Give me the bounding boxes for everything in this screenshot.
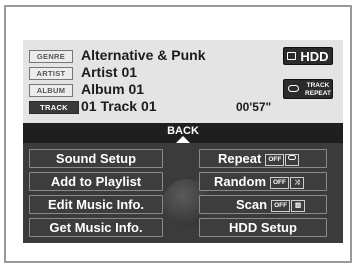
repeat-off-badge: OFF — [265, 154, 285, 166]
back-button[interactable]: BACK — [23, 123, 343, 143]
track-tag: TRACK — [29, 101, 79, 114]
get-music-info-label: Get Music Info. — [49, 220, 143, 235]
get-music-info-button[interactable]: Get Music Info. — [29, 218, 163, 237]
scan-off-badge: OFF — [271, 200, 291, 212]
edit-music-info-button[interactable]: Edit Music Info. — [29, 195, 163, 214]
add-to-playlist-label: Add to Playlist — [50, 174, 142, 189]
track-repeat-line2: REPEAT — [305, 89, 331, 97]
track-info-panel: GENRE Alternative & Punk ARTIST Artist 0… — [23, 40, 343, 123]
random-button[interactable]: Random OFF ⤨ — [199, 172, 327, 191]
repeat-label: Repeat — [218, 151, 262, 166]
repeat-button[interactable]: Repeat OFF — [199, 149, 327, 168]
random-label: Random — [214, 174, 266, 189]
track-repeat-label: TRACK REPEAT — [303, 82, 333, 97]
artist-tag: ARTIST — [29, 67, 73, 80]
scan-mode-icon: ▥ — [291, 200, 306, 212]
audio-screen: GENRE Alternative & Punk ARTIST Artist 0… — [23, 40, 343, 243]
edit-music-info-label: Edit Music Info. — [47, 197, 145, 212]
hdd-source-button[interactable]: HDD — [283, 47, 333, 65]
repeat-mode-icon — [285, 154, 300, 166]
hdd-setup-button[interactable]: HDD Setup — [199, 218, 327, 237]
audio-menu: Sound Setup Add to Playlist Edit Music I… — [23, 143, 343, 243]
artist-value: Artist 01 — [81, 64, 138, 80]
manual-figure-frame: GENRE Alternative & Punk ARTIST Artist 0… — [4, 5, 352, 263]
track-repeat-button[interactable]: TRACK REPEAT — [283, 79, 333, 99]
add-to-playlist-button[interactable]: Add to Playlist — [29, 172, 163, 191]
up-arrow-icon — [176, 136, 190, 143]
track-repeat-line1: TRACK — [306, 82, 330, 89]
sound-setup-button[interactable]: Sound Setup — [29, 149, 163, 168]
random-off-badge: OFF — [270, 177, 289, 189]
album-value: Album 01 — [81, 81, 145, 97]
album-tag: ALBUM — [29, 84, 73, 97]
shuffle-icon: ⤨ — [290, 177, 304, 189]
scan-label: Scan — [236, 197, 268, 212]
genre-tag: GENRE — [29, 50, 73, 63]
track-value: 01 Track 01 — [81, 98, 157, 114]
sound-setup-label: Sound Setup — [55, 151, 137, 166]
hdd-setup-label: HDD Setup — [229, 220, 297, 235]
elapsed-time: 00'57" — [236, 100, 272, 114]
scan-button[interactable]: Scan OFF ▥ — [199, 195, 327, 214]
repeat-icon — [288, 85, 299, 92]
hdd-icon — [287, 52, 297, 60]
genre-value: Alternative & Punk — [81, 47, 206, 63]
hdd-source-label: HDD — [300, 49, 329, 64]
